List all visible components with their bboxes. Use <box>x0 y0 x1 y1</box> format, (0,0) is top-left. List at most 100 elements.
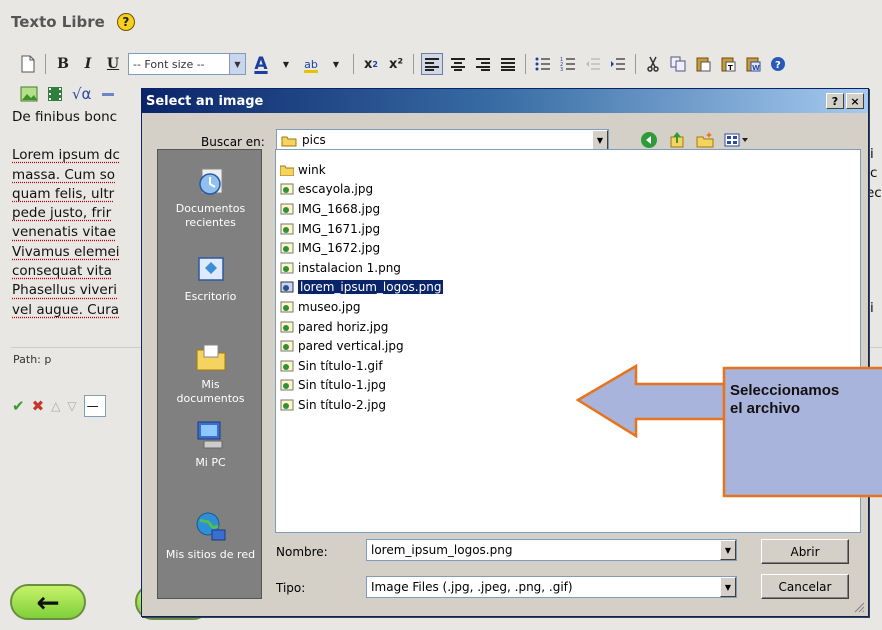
underline-button[interactable]: U <box>103 53 123 75</box>
back-nav-icon[interactable] <box>640 131 658 149</box>
resize-grip-icon[interactable] <box>853 601 865 613</box>
highlight-button[interactable]: ab <box>301 53 321 75</box>
place-label: Mis sitios de red <box>165 548 256 561</box>
list-item[interactable]: wink <box>280 160 860 180</box>
italic-button[interactable]: I <box>78 53 98 75</box>
math-icon[interactable]: √α <box>70 83 93 105</box>
up-folder-icon[interactable] <box>668 131 686 149</box>
editor-line: pede justo, frir <box>12 205 112 222</box>
check-icon[interactable]: ✔ <box>12 397 25 415</box>
dialog-help-button[interactable]: ? <box>826 93 844 109</box>
insert-media-icon[interactable] <box>45 83 65 105</box>
back-button[interactable]: ← <box>10 584 86 620</box>
recent-docs-icon <box>198 168 222 195</box>
open-button[interactable]: Abrir <box>761 539 849 564</box>
bullet-list-icon[interactable] <box>533 53 553 75</box>
file-name: instalacion 1.png <box>298 260 401 275</box>
dialog-titlebar[interactable]: Select an image ? × <box>142 89 868 113</box>
insert-image-icon[interactable] <box>18 83 40 105</box>
path-value[interactable]: p <box>44 353 51 366</box>
filetype-select[interactable]: Image Files (.jpg, .jpeg, .png, .gif) ▼ <box>366 576 737 598</box>
file-name: pared vertical.jpg <box>298 339 404 354</box>
font-size-select[interactable]: -- Font size -- ▼ <box>128 53 246 75</box>
align-left-icon[interactable] <box>421 53 443 75</box>
font-color-button[interactable]: A <box>251 53 271 75</box>
paste-icon[interactable] <box>693 53 713 75</box>
editor-line: quam felis, ultr <box>12 185 115 202</box>
toolbar-separator <box>353 54 354 74</box>
place-network[interactable]: Mis sitios de red <box>158 510 263 562</box>
place-label: Documentos recientes <box>175 202 246 229</box>
dialog-close-button[interactable]: × <box>846 93 864 109</box>
list-item[interactable]: museo.jpg <box>280 297 860 317</box>
justify-icon[interactable] <box>498 53 518 75</box>
bold-button[interactable]: B <box>53 53 73 75</box>
filename-input[interactable]: lorem_ipsum_logos.png ▼ <box>366 539 737 561</box>
paste-word-icon[interactable]: W <box>743 53 763 75</box>
copy-icon[interactable] <box>668 53 688 75</box>
place-desktop[interactable]: Escritorio <box>158 252 263 304</box>
file-name: Sin título-1.jpg <box>298 378 386 393</box>
look-in-select[interactable]: pics ▼ <box>276 129 609 151</box>
toolbar-separator <box>413 54 414 74</box>
look-in-label: Buscar en: <box>201 135 265 149</box>
places-bar: Documentos recientes Escritorio Mis docu… <box>157 149 262 599</box>
image-file-icon <box>280 203 294 215</box>
filename-label: Nombre: <box>276 545 328 559</box>
align-center-icon[interactable] <box>448 53 468 75</box>
svg-text:W: W <box>752 64 760 72</box>
place-recent-documents[interactable]: Documentos recientes <box>158 164 263 230</box>
paste-text-icon[interactable]: T <box>718 53 738 75</box>
place-label: Mis documentos <box>176 378 245 405</box>
horizontal-rule-icon[interactable] <box>98 83 118 105</box>
cancel-button[interactable]: Cancelar <box>761 574 849 599</box>
outdent-icon[interactable] <box>583 53 603 75</box>
superscript-button[interactable]: x² <box>386 53 406 75</box>
dropdown-arrow-icon[interactable]: ▼ <box>229 54 245 74</box>
new-folder-icon[interactable] <box>696 131 714 149</box>
list-item[interactable]: instalacion 1.png <box>280 258 860 278</box>
image-file-icon <box>280 379 294 391</box>
list-item[interactable]: IMG_1672.jpg <box>280 238 860 258</box>
svg-text:?: ? <box>775 60 781 71</box>
select-image-dialog: Select an image ? × Buscar en: pics ▼ Do… <box>141 88 882 617</box>
view-menu-icon[interactable] <box>724 132 750 148</box>
list-item[interactable]: IMG_1671.jpg <box>280 219 860 239</box>
list-item-selected[interactable]: lorem_ipsum_logos.png <box>280 278 860 298</box>
image-file-icon <box>280 281 294 293</box>
align-right-icon[interactable] <box>473 53 493 75</box>
editor-line: Vivamus elemei <box>12 243 120 260</box>
place-my-documents[interactable]: Mis documentos <box>158 340 263 406</box>
dropdown-arrow-icon[interactable]: ▼ <box>592 130 608 150</box>
image-file-icon <box>280 399 294 411</box>
help-icon[interactable]: ? <box>116 13 135 31</box>
numbered-list-icon[interactable]: 123 <box>558 53 578 75</box>
dropdown-arrow-icon[interactable]: ▼ <box>720 540 736 560</box>
list-item[interactable]: escayola.jpg <box>280 180 860 200</box>
list-item[interactable]: pared horiz.jpg <box>280 317 860 337</box>
place-my-computer[interactable]: Mi PC <box>158 418 263 470</box>
file-name: Sin título-2.jpg <box>298 397 386 412</box>
editor-line: vel augue. Cura <box>12 301 119 318</box>
dropdown-arrow-icon[interactable]: ▼ <box>720 577 736 597</box>
indent-icon[interactable] <box>608 53 628 75</box>
subscript-label: x <box>364 56 373 72</box>
highlight-dropdown-icon[interactable]: ▼ <box>326 53 346 75</box>
list-item[interactable]: pared vertical.jpg <box>280 336 860 356</box>
help-toolbar-icon[interactable]: ? <box>768 53 788 75</box>
editor-line: Lorem ipsum dc <box>12 147 120 164</box>
subscript-button[interactable]: x2 <box>361 53 381 75</box>
list-item[interactable]: IMG_1668.jpg <box>280 199 860 219</box>
new-document-icon[interactable] <box>18 53 38 75</box>
file-name: IMG_1668.jpg <box>298 201 381 216</box>
move-up-icon[interactable]: △ <box>51 399 60 413</box>
delete-icon[interactable]: ✖ <box>32 397 45 415</box>
filetype-value: Image Files (.jpg, .jpeg, .png, .gif) <box>371 580 573 594</box>
font-color-dropdown-icon[interactable]: ▼ <box>276 53 296 75</box>
move-down-icon[interactable]: ▽ <box>67 399 76 413</box>
order-input[interactable]: — <box>83 395 106 417</box>
image-file-icon <box>280 183 294 195</box>
folder-icon <box>281 136 297 146</box>
cut-icon[interactable] <box>643 53 663 75</box>
